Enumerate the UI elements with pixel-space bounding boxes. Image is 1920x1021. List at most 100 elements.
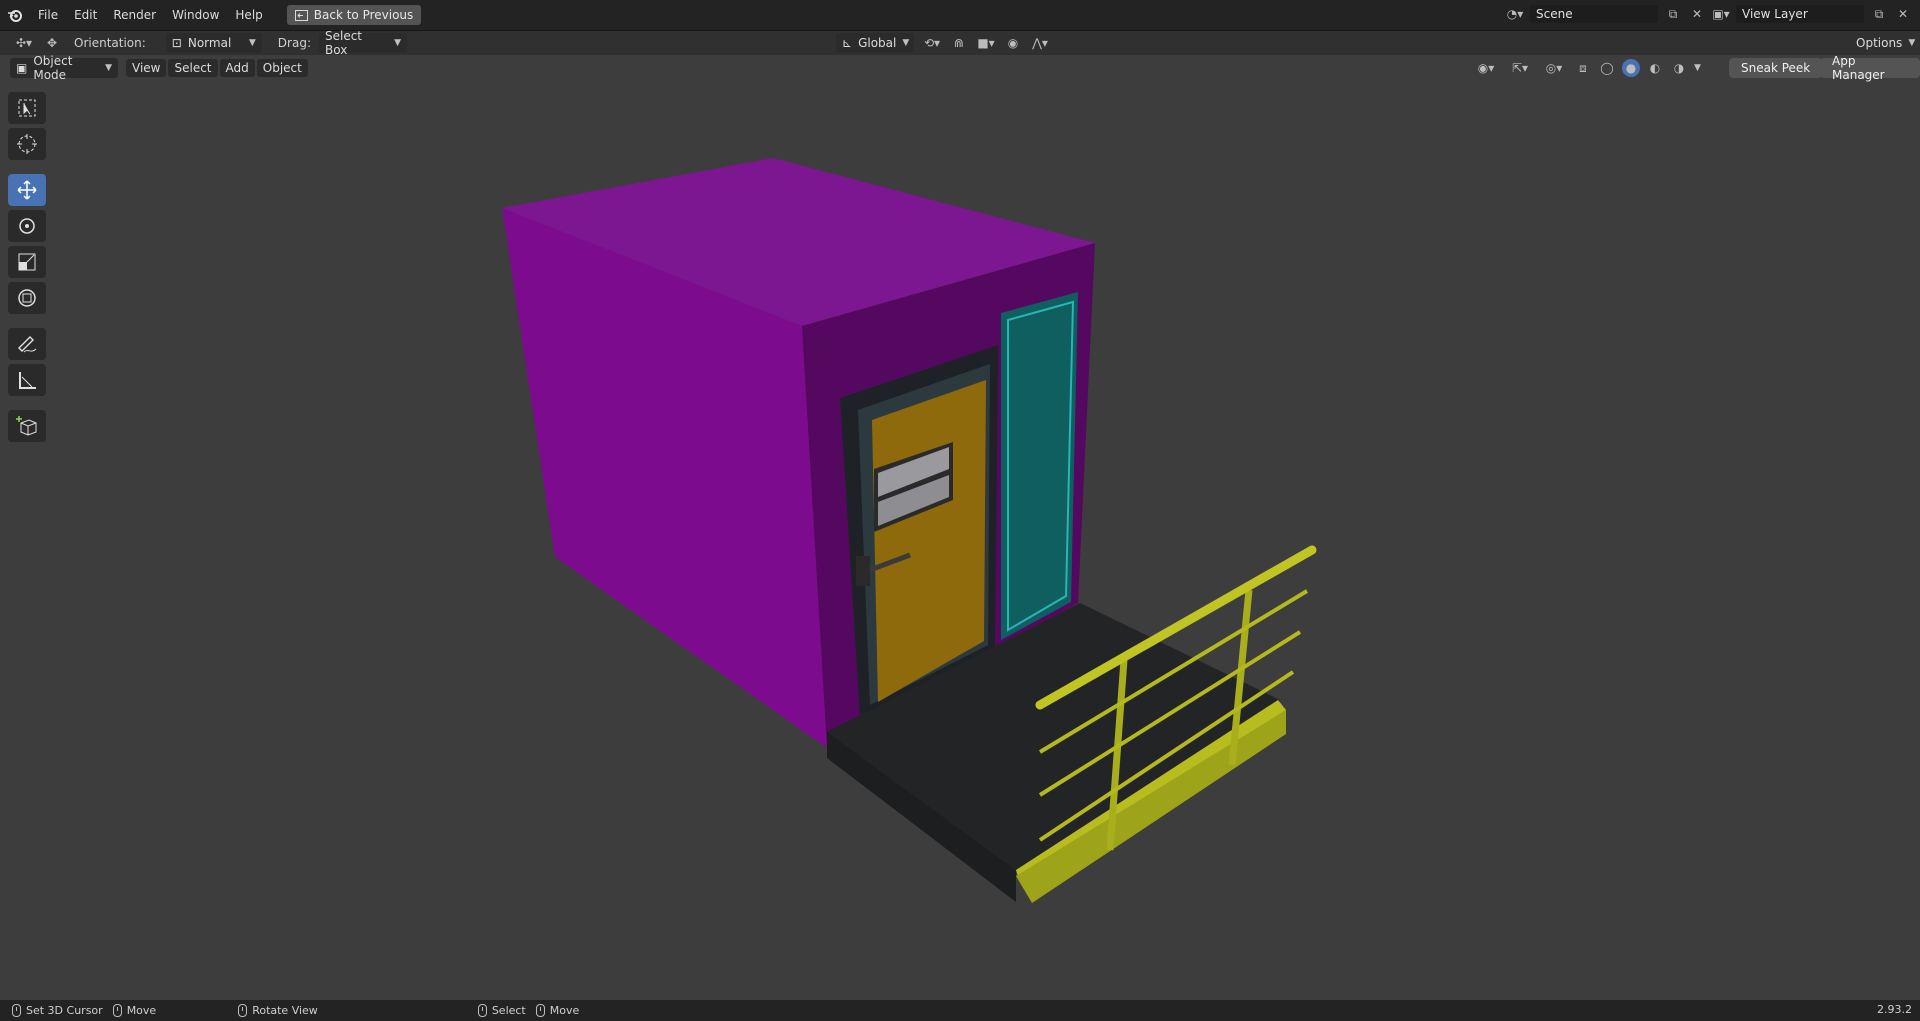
back-label: Back to Previous bbox=[313, 8, 414, 22]
rendered-shading-icon[interactable]: ◑ bbox=[1670, 59, 1688, 77]
gizmo-icon[interactable]: ⇱▾ bbox=[1506, 59, 1534, 77]
drag-dropdown[interactable]: Select Box ▼ bbox=[318, 29, 407, 57]
scale-tool[interactable] bbox=[8, 246, 46, 278]
object-mode-icon: ▣ bbox=[16, 61, 28, 75]
drag-label: Drag: bbox=[277, 36, 311, 50]
add-cube-icon bbox=[16, 416, 37, 436]
menu-select[interactable]: Select bbox=[168, 59, 218, 77]
active-tool-move-icon: ✥ bbox=[46, 36, 58, 50]
cursor-tool[interactable] bbox=[8, 128, 46, 160]
mode-value: Object Mode bbox=[33, 54, 73, 82]
solid-shading-icon[interactable]: ● bbox=[1622, 59, 1640, 77]
transform-orientation-dropdown[interactable]: ⊾ Global ▼ bbox=[836, 33, 914, 53]
pivot-point-icon[interactable]: ⟲▾ bbox=[918, 34, 946, 52]
mouse-right-icon bbox=[477, 1004, 487, 1017]
3d-viewport[interactable] bbox=[0, 0, 1920, 1000]
add-cube-tool[interactable] bbox=[8, 410, 46, 442]
viewport-header: ▣ Object Mode ▼ View Select Add Object ◉… bbox=[0, 54, 1920, 82]
status-set-cursor-label: Set 3D Cursor bbox=[26, 1004, 103, 1017]
tool-settings-bar: ✣▾ ✥ Orientation: ⊡ Normal ▼ Drag: Selec… bbox=[0, 29, 1920, 57]
scene-name-field[interactable]: Scene bbox=[1530, 5, 1658, 23]
menu-file[interactable]: File bbox=[30, 6, 66, 24]
transform-controls: ⊾ Global ▼ ⟲▾ ⋒ ■▾ ◉ ⋀▾ bbox=[836, 33, 1054, 53]
scene-layer-fields: ◔▾ Scene ⧉ ✕ ▣▾ View Layer ⧉ ✕ bbox=[1506, 5, 1912, 23]
chevron-down-icon[interactable]: ▼ bbox=[1694, 63, 1701, 73]
transform-icon bbox=[18, 289, 36, 307]
door-lock bbox=[856, 556, 870, 586]
transform-space-value: Global bbox=[858, 36, 897, 50]
measure-icon bbox=[19, 372, 36, 389]
select-box-tool[interactable] bbox=[8, 92, 46, 124]
status-select: Select bbox=[477, 1004, 526, 1017]
axis-icon: ⊾ bbox=[842, 36, 853, 50]
transform-tool[interactable] bbox=[8, 282, 46, 314]
tool-icon-dropdown[interactable]: ✣▾ bbox=[10, 34, 38, 52]
new-view-layer-icon[interactable]: ⧉ bbox=[1870, 5, 1888, 23]
move-tool[interactable] bbox=[8, 174, 46, 206]
status-bar: Set 3D Cursor Move Rotate View Select Mo… bbox=[0, 1000, 1920, 1021]
annotate-icon bbox=[18, 336, 37, 353]
mouse-drag-icon bbox=[535, 1004, 545, 1017]
drag-value: Select Box bbox=[324, 29, 363, 57]
sneak-peek-label: Sneak Peek bbox=[1741, 61, 1811, 75]
delete-view-layer-icon[interactable]: ✕ bbox=[1894, 5, 1912, 23]
menu-edit[interactable]: Edit bbox=[66, 6, 105, 24]
back-to-previous-button[interactable]: Back to Previous bbox=[286, 5, 422, 25]
rotate-icon bbox=[19, 218, 35, 234]
annotate-tool[interactable] bbox=[8, 328, 46, 360]
scale-icon bbox=[18, 253, 36, 271]
status-rotate-view-label: Rotate View bbox=[252, 1004, 318, 1017]
rotate-tool[interactable] bbox=[8, 210, 46, 242]
snap-icon[interactable]: ⋒ bbox=[950, 34, 968, 52]
top-menu-bar: File Edit Render Window Help Back to Pre… bbox=[0, 0, 1920, 31]
tool-shelf bbox=[8, 92, 48, 442]
new-scene-icon[interactable]: ⧉ bbox=[1664, 5, 1682, 23]
select-box-icon bbox=[18, 99, 36, 117]
measure-tool[interactable] bbox=[8, 364, 46, 396]
back-icon bbox=[294, 9, 308, 21]
chevron-down-icon: ▼ bbox=[394, 38, 401, 48]
app-manager-button[interactable]: App Manager bbox=[1820, 54, 1920, 82]
menu-window[interactable]: Window bbox=[164, 6, 227, 24]
view-layer-browse-icon[interactable]: ▣▾ bbox=[1712, 5, 1730, 23]
options-label: Options bbox=[1856, 36, 1903, 50]
status-rotate-view: Rotate View bbox=[238, 1004, 318, 1017]
blender-logo-icon[interactable] bbox=[0, 0, 30, 30]
mouse-left-icon bbox=[12, 1004, 21, 1017]
orientation-dropdown[interactable]: ⊡ Normal ▼ bbox=[165, 33, 262, 53]
orientation-label: Orientation: bbox=[74, 36, 146, 50]
status-move-label: Move bbox=[549, 1004, 580, 1017]
menu-view[interactable]: View bbox=[126, 59, 167, 77]
status-set-cursor: Set 3D Cursor bbox=[12, 1004, 103, 1017]
snap-target-icon[interactable]: ■▾ bbox=[972, 34, 1000, 52]
menu-help[interactable]: Help bbox=[227, 6, 270, 24]
visibility-icon[interactable]: ◉▾ bbox=[1472, 59, 1500, 77]
chevron-down-icon: ▼ bbox=[105, 63, 112, 73]
delete-scene-icon[interactable]: ✕ bbox=[1688, 5, 1706, 23]
move-icon bbox=[17, 180, 37, 200]
chevron-down-icon: ▼ bbox=[248, 38, 256, 48]
menu-object[interactable]: Object bbox=[256, 59, 308, 77]
chevron-down-icon: ▼ bbox=[902, 38, 910, 48]
mode-dropdown[interactable]: ▣ Object Mode ▼ bbox=[10, 54, 118, 82]
wireframe-shading-icon[interactable]: ◯ bbox=[1598, 59, 1616, 77]
scene-name: Scene bbox=[1536, 7, 1573, 21]
status-move-2: Move bbox=[535, 1004, 580, 1017]
version-label: 2.93.2 bbox=[1877, 1003, 1912, 1016]
sneak-peek-button[interactable]: Sneak Peek bbox=[1729, 58, 1823, 78]
menu-add[interactable]: Add bbox=[219, 59, 255, 77]
proportional-edit-icon[interactable]: ◉ bbox=[1004, 34, 1022, 52]
cursor-icon bbox=[17, 134, 37, 154]
status-move-label: Move bbox=[126, 1004, 157, 1017]
xray-icon[interactable]: ⧈ bbox=[1574, 59, 1592, 77]
falloff-icon[interactable]: ⋀▾ bbox=[1026, 34, 1054, 52]
options-dropdown[interactable]: Options ▼ bbox=[1850, 33, 1915, 53]
mouse-middle-icon bbox=[238, 1004, 248, 1017]
viewport-shading-controls: ◉▾ ⇱▾ ◎▾ ⧈ ◯ ● ◐ ◑ ▼ bbox=[1472, 59, 1701, 77]
material-shading-icon[interactable]: ◐ bbox=[1646, 59, 1664, 77]
overlays-icon[interactable]: ◎▾ bbox=[1540, 59, 1568, 77]
scene-render bbox=[502, 158, 1317, 903]
menu-render[interactable]: Render bbox=[105, 6, 164, 24]
view-layer-field[interactable]: View Layer bbox=[1736, 5, 1864, 23]
scene-browse-icon[interactable]: ◔▾ bbox=[1506, 5, 1524, 23]
